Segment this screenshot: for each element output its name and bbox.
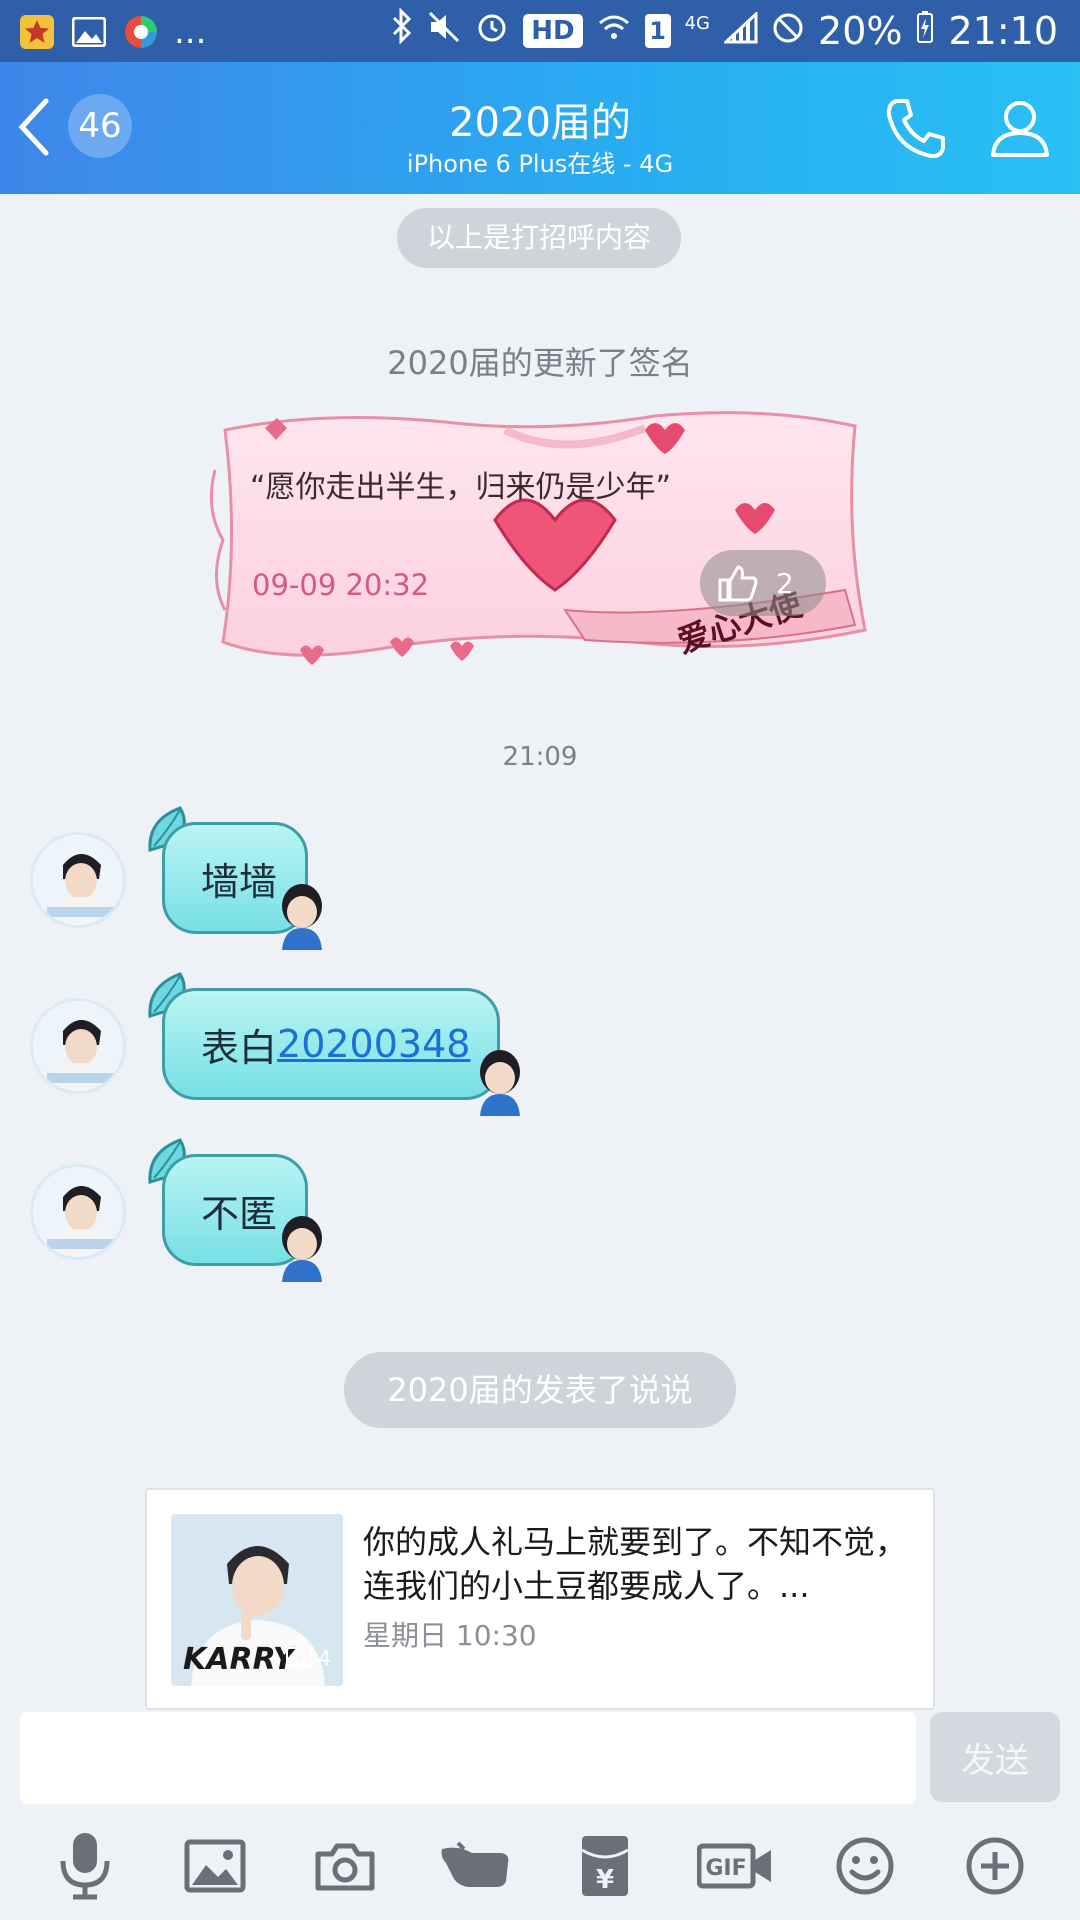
post-thumbnail: KARRY 4	[171, 1514, 343, 1686]
signature-time: 09-09 20:32	[252, 568, 430, 602]
emoji-button[interactable]	[820, 1821, 910, 1911]
alarm-icon	[475, 9, 509, 53]
microphone-icon	[60, 1833, 110, 1900]
emoji-icon	[836, 1837, 894, 1895]
hd-badge: HD	[523, 13, 583, 48]
more-notifications: ...	[174, 12, 207, 52]
gif-icon: GIF	[697, 1843, 771, 1889]
camera-icon	[315, 1843, 375, 1891]
phone-icon	[886, 99, 945, 159]
browser-app-icon	[122, 13, 160, 51]
post-notice: 2020届的发表了说说	[344, 1352, 736, 1428]
call-button[interactable]	[880, 92, 952, 164]
signature-notice: 2020届的更新了签名	[387, 344, 693, 382]
bluetooth-icon	[391, 7, 413, 53]
image-count: 4	[286, 1646, 331, 1670]
sender-avatar[interactable]	[30, 998, 126, 1094]
like-count: 2	[776, 566, 794, 600]
signature-card[interactable]: 爱心大使	[205, 410, 875, 670]
network-label: 4G	[684, 13, 711, 34]
post-text: 你的成人礼马上就要到了。不知不觉，连我们的小土豆都要成人了。...	[363, 1523, 908, 1605]
mute-icon	[427, 9, 461, 53]
chat-toolbar: ¥ GIF	[0, 1812, 1080, 1920]
sim-badge: 1	[644, 13, 671, 48]
thumbs-up-icon	[718, 565, 758, 602]
message-text: 不匿	[201, 1191, 278, 1236]
input-bar: 发送	[0, 1710, 1080, 1810]
voice-button[interactable]	[40, 1821, 130, 1911]
gif-label: GIF	[705, 1856, 746, 1881]
send-button[interactable]: 发送	[930, 1712, 1060, 1802]
bubble-mini-avatar	[272, 880, 332, 950]
person-icon	[991, 101, 1049, 157]
star-app-icon	[18, 13, 56, 51]
chat-header: 46 2020届的 iPhone 6 Plus在线 - 4G	[0, 62, 1080, 194]
image-count-label: 4	[318, 1646, 331, 1670]
like-button[interactable]: 2	[700, 550, 826, 616]
camera-button[interactable]	[300, 1821, 390, 1911]
photo-button[interactable]	[170, 1821, 260, 1911]
more-button[interactable]	[950, 1821, 1040, 1911]
image-icon	[184, 1839, 246, 1893]
message-timestamp: 21:09	[502, 742, 578, 772]
plus-icon	[966, 1837, 1024, 1895]
poke-icon	[441, 1841, 509, 1887]
clock: 21:10	[948, 8, 1058, 53]
yen-symbol: ¥	[596, 1865, 614, 1895]
wifi-icon	[597, 9, 631, 53]
message-input[interactable]	[20, 1712, 916, 1804]
poke-button[interactable]	[430, 1821, 520, 1911]
gallery-icon	[70, 13, 108, 51]
post-date: 星期日 10:30	[363, 1619, 537, 1652]
message-text: 墙墙	[201, 859, 278, 904]
battery-icon	[916, 9, 934, 53]
sender-avatar[interactable]	[30, 1164, 126, 1260]
greeting-notice: 以上是打招呼内容	[397, 208, 681, 268]
dnd-icon	[772, 9, 804, 53]
bubble-mini-avatar	[272, 1212, 332, 1282]
number-link[interactable]: 20200348	[277, 1022, 470, 1066]
status-bar: ... HD 1 4G 20% 21:10	[0, 0, 1080, 62]
red-packet-button[interactable]: ¥	[560, 1821, 650, 1911]
message-text: 表白	[201, 1025, 278, 1070]
battery-label: 20%	[818, 8, 903, 53]
signature-text: “愿你走出半生，归来仍是少年”	[250, 470, 672, 505]
profile-button[interactable]	[984, 92, 1056, 164]
post-card[interactable]: KARRY 4 你的成人礼马上就要到了。不知不觉，连我们的小土豆都要成人了。..…	[145, 1488, 935, 1710]
gif-button[interactable]: GIF	[690, 1821, 780, 1911]
sender-avatar[interactable]	[30, 832, 126, 928]
bubble-mini-avatar	[470, 1046, 530, 1116]
image-stack-icon	[286, 1647, 313, 1669]
message-bubble[interactable]: 表白 20200348	[162, 988, 500, 1100]
signal-icon	[722, 9, 758, 53]
post-thumbnail-caption: KARRY	[183, 1642, 295, 1677]
red-packet-icon: ¥	[581, 1836, 629, 1896]
